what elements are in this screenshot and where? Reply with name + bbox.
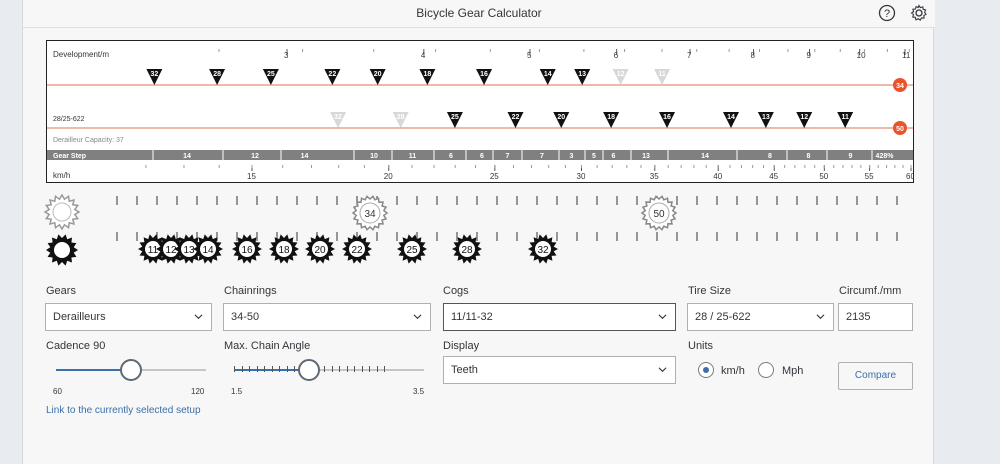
cogs-select-value: 11/11-32 — [451, 311, 493, 323]
chain-angle-tick — [369, 366, 370, 372]
chevron-down-icon — [816, 314, 825, 320]
chain-angle-tick — [279, 366, 280, 372]
chain-angle-max: 3.5 — [413, 387, 425, 396]
cogs-label: Cogs — [443, 285, 469, 297]
cog-outline-hub — [54, 242, 70, 258]
cadence-min: 60 — [53, 387, 62, 396]
chain-angle-tick — [234, 366, 235, 372]
cadence-label: Cadence 90 — [46, 340, 106, 352]
cog-gear-label: 32 — [537, 245, 549, 256]
cog-gear-label: 14 — [202, 245, 214, 256]
compare-button[interactable]: Compare — [838, 362, 913, 390]
units-kmh-radio[interactable] — [698, 362, 714, 378]
gear-visual-svg: 34 50 11 12 13 14 16 18 20 22 25 28 32 — [43, 193, 898, 266]
cog-gear-label: 16 — [241, 245, 253, 256]
cog-gear-label: 12 — [165, 245, 177, 256]
cadence-max: 120 — [191, 387, 205, 396]
gear-visual-area: 34 50 11 12 13 14 16 18 20 22 25 28 32 — [0, 0, 1000, 464]
circumference-input[interactable]: 2135 — [838, 303, 913, 331]
chain-angle-tick — [361, 366, 363, 372]
chainring-outline-hub — [52, 202, 72, 222]
chainrings-select[interactable]: 34-50 — [223, 303, 431, 331]
cog-gear-label: 20 — [314, 245, 326, 256]
display-label: Display — [443, 340, 480, 352]
gears-label: Gears — [46, 285, 76, 297]
chain-angle-tick — [249, 366, 250, 372]
chevron-down-icon — [413, 314, 422, 320]
chain-angle-tick — [339, 366, 340, 372]
tire-size-label: Tire Size — [688, 285, 731, 297]
chain-angle-tick — [271, 366, 273, 372]
chainring-gear-label: 34 — [364, 209, 376, 220]
chain-angle-tick — [256, 366, 258, 372]
chainrings-label: Chainrings — [224, 285, 277, 297]
cogs-select[interactable]: 11/11-32 — [443, 303, 676, 331]
cadence-slider-handle[interactable] — [120, 359, 142, 381]
chain-angle-tick — [324, 366, 325, 372]
setup-link[interactable]: Link to the currently selected setup — [46, 405, 201, 416]
chain-angle-tick — [376, 366, 378, 372]
chevron-down-icon — [658, 367, 667, 373]
cog-gear-label: 18 — [278, 245, 290, 256]
cog-gear-label: 22 — [351, 245, 363, 256]
gears-select[interactable]: Derailleurs — [45, 303, 212, 331]
tire-size-select[interactable]: 28 / 25-622 — [687, 303, 834, 331]
chain-angle-tick — [264, 366, 265, 372]
chain-angle-slider-handle[interactable] — [298, 359, 320, 381]
cog-gear-label: 13 — [183, 245, 195, 256]
display-select-value: Teeth — [451, 364, 478, 376]
chevron-down-icon — [194, 314, 203, 320]
chainrings-select-value: 34-50 — [231, 311, 260, 323]
chain-angle-tick — [286, 366, 288, 372]
chain-angle-tick — [384, 366, 385, 372]
chain-angle-tick — [294, 366, 295, 372]
display-select[interactable]: Teeth — [443, 356, 676, 384]
units-kmh-label: km/h — [721, 365, 745, 377]
cog-gear-label: 11 — [148, 245, 159, 256]
chainring-gear-label: 50 — [653, 209, 665, 220]
chevron-down-icon — [658, 314, 667, 320]
chain-angle-label: Max. Chain Angle — [224, 340, 311, 352]
cog-gear-label: 25 — [406, 245, 418, 256]
gears-select-value: Derailleurs — [53, 311, 106, 323]
chain-angle-tick — [331, 366, 333, 372]
units-mph-radio[interactable] — [758, 362, 774, 378]
chain-angle-tick — [346, 366, 348, 372]
tire-size-select-value: 28 / 25-622 — [695, 311, 751, 323]
chain-angle-tick — [241, 366, 243, 372]
cog-gear-label: 28 — [461, 245, 473, 256]
chain-angle-tick — [354, 366, 355, 372]
circumference-label: Circumf./mm — [839, 285, 902, 297]
units-label: Units — [688, 340, 714, 352]
units-mph-label: Mph — [782, 365, 804, 377]
chain-angle-min: 1.5 — [231, 387, 243, 396]
